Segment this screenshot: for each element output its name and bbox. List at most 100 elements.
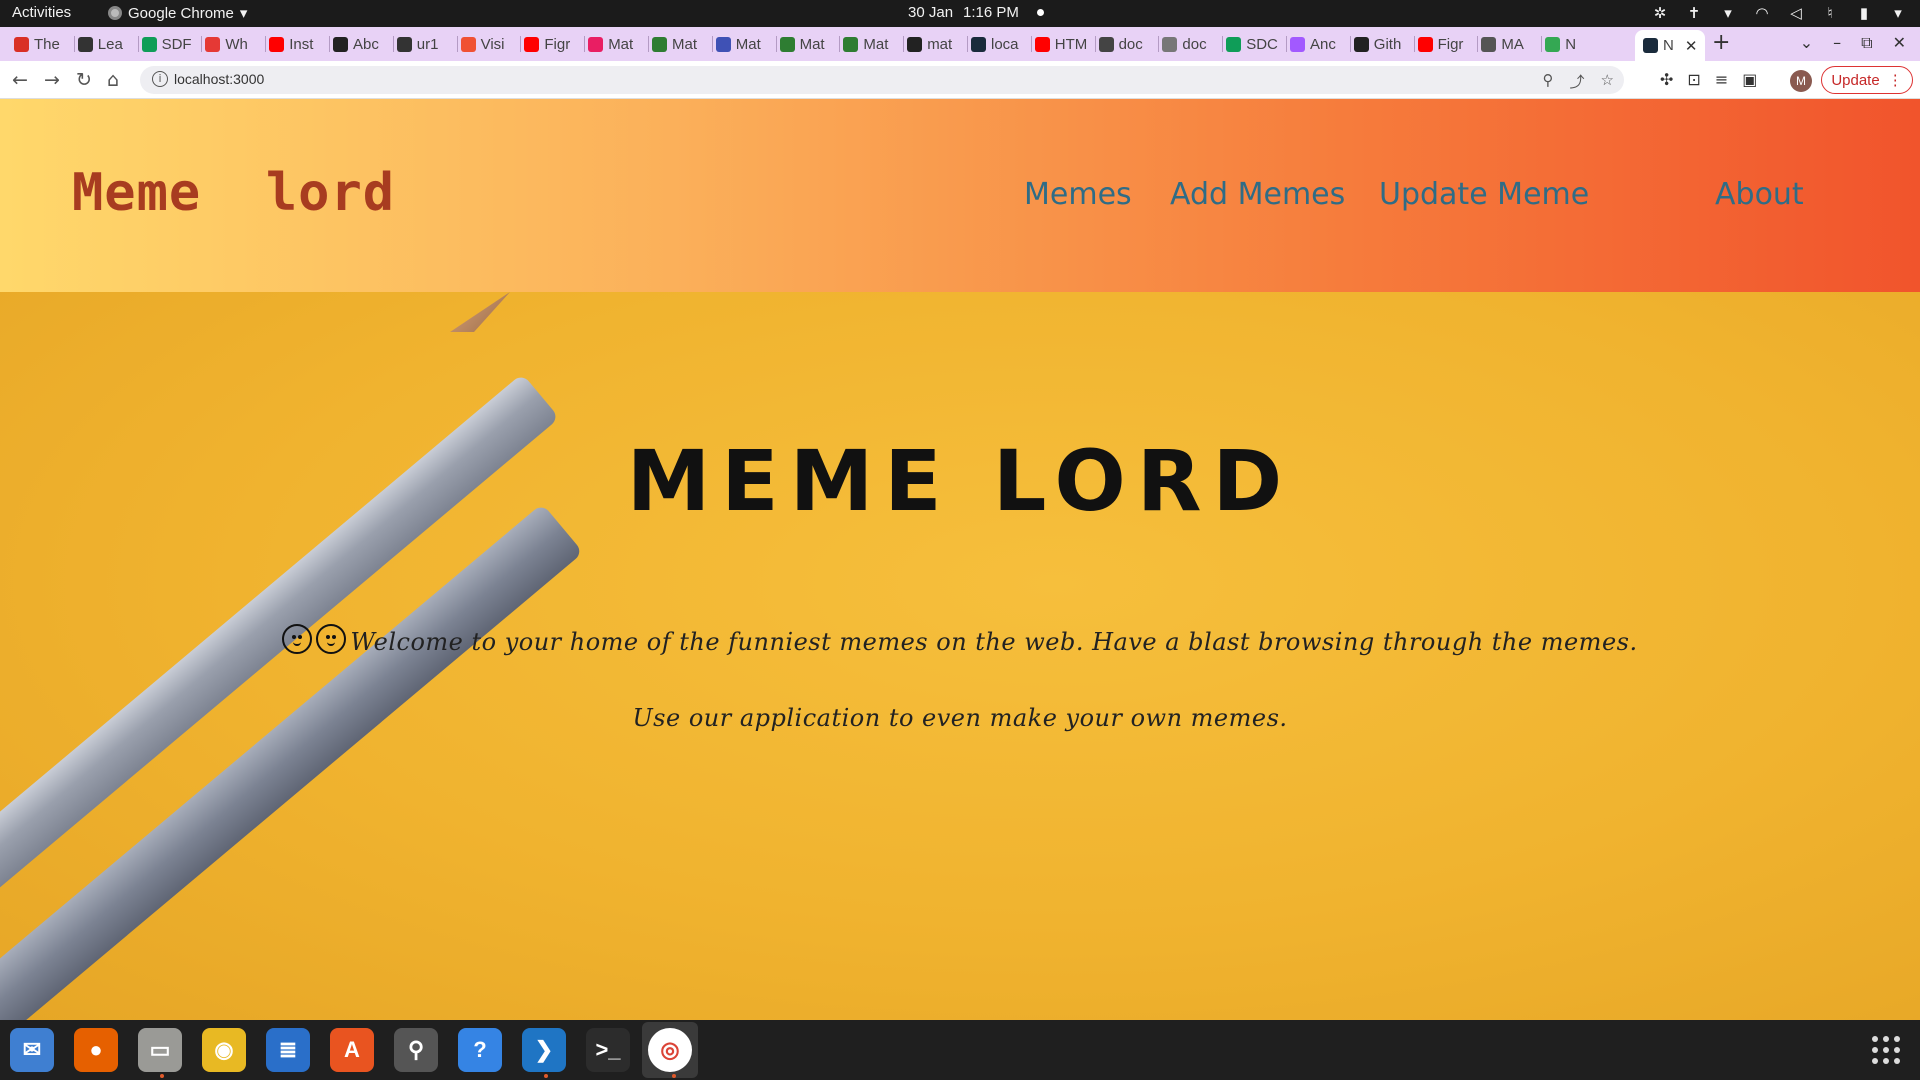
terminal-icon[interactable]: >_ xyxy=(586,1028,630,1072)
files-icon[interactable]: ▭ xyxy=(138,1028,182,1072)
ur-icon xyxy=(396,36,412,52)
nav-link-about[interactable]: About xyxy=(1715,177,1804,212)
close-window-icon[interactable]: ✕ xyxy=(1893,33,1906,53)
tab-title: Mat xyxy=(863,35,889,53)
avatar[interactable]: M xyxy=(1790,70,1812,92)
browser-tab[interactable]: ur1 xyxy=(396,30,451,58)
tab-separator xyxy=(73,36,75,52)
tab-title: Mat xyxy=(672,35,698,53)
minimize-icon[interactable]: – xyxy=(1833,33,1841,53)
tab-title: Abc xyxy=(353,35,379,53)
side-panel-icon[interactable]: ▣ xyxy=(1742,70,1757,89)
blocks-icon xyxy=(588,36,604,52)
address-bar[interactable]: i localhost:3000 ⚲ ⤴ ☆ xyxy=(140,66,1624,94)
git-icon xyxy=(460,36,476,52)
tab-title: doc xyxy=(1182,35,1207,53)
browser-tab[interactable]: SDC xyxy=(1226,30,1280,58)
tab-search-icon[interactable]: ⌄ xyxy=(1800,33,1813,53)
restore-icon[interactable]: ⧉ xyxy=(1861,33,1872,53)
system-tray[interactable]: ✲ ✝ ▾ ◠ ◁ ♮ ▮ ▾ xyxy=(1652,4,1906,22)
x-circle-icon xyxy=(77,36,93,52)
clock[interactable]: 30 Jan 1:16 PM xyxy=(908,4,1044,21)
browser-tab[interactable]: Mat xyxy=(779,30,834,58)
tab-title: Mat xyxy=(799,35,825,53)
writer-icon[interactable]: ≣ xyxy=(266,1028,310,1072)
date: 30 Jan xyxy=(908,4,954,21)
app-menu[interactable]: Google Chrome ▾ xyxy=(108,4,247,22)
browser-tab[interactable]: doc xyxy=(1162,30,1216,58)
browser-tab[interactable]: Mat xyxy=(715,30,770,58)
cast-icon[interactable]: ⊡ xyxy=(1687,70,1700,89)
tab-separator xyxy=(648,36,649,52)
nav-link-update-meme[interactable]: Update Meme xyxy=(1379,177,1589,212)
vscode-icon[interactable]: ❯ xyxy=(522,1028,566,1072)
chevron-down-icon: ▾ xyxy=(1724,5,1732,22)
tab-separator xyxy=(1030,36,1032,52)
browser-tab[interactable]: Inst xyxy=(269,30,323,58)
firefox-icon[interactable]: ● xyxy=(74,1028,118,1072)
browser-tab[interactable]: Wh xyxy=(205,30,259,58)
share-icon[interactable]: ⤴ xyxy=(1570,71,1585,92)
browser-tab[interactable]: Mat xyxy=(588,30,642,58)
browser-tab[interactable]: Figr xyxy=(524,30,578,58)
time: 1:16 PM xyxy=(963,4,1019,21)
browser-tab[interactable]: HTM xyxy=(1034,30,1089,58)
app-center-icon[interactable]: A xyxy=(330,1028,374,1072)
thunderbird-icon[interactable]: ✉ xyxy=(10,1028,54,1072)
browser-tab[interactable]: Gith xyxy=(1353,30,1408,58)
zoom-icon[interactable]: ⚲ xyxy=(1543,71,1554,92)
browser-tab[interactable]: MA xyxy=(1481,30,1535,58)
nav-link-add-memes[interactable]: Add Memes xyxy=(1170,177,1345,212)
chrome-icon[interactable]: ◎ xyxy=(648,1028,692,1072)
browser-tab[interactable]: The xyxy=(14,30,68,58)
browser-tab[interactable]: SDF xyxy=(141,30,196,58)
tab-title: SDC xyxy=(1246,35,1278,53)
browser-tab[interactable]: Figr xyxy=(1417,30,1472,58)
nav-link-memes[interactable]: Memes xyxy=(1024,177,1132,212)
rhythmbox-icon[interactable]: ◉ xyxy=(202,1028,246,1072)
browser-tab[interactable]: Abc xyxy=(333,30,387,58)
usb-creator-icon[interactable]: ⚲ xyxy=(394,1028,438,1072)
browser-tab[interactable]: Anc xyxy=(1290,30,1344,58)
browser-tab[interactable]: Mat xyxy=(843,30,897,58)
browser-tab[interactable]: mat xyxy=(907,30,961,58)
home-icon[interactable]: ⌂ xyxy=(107,69,119,91)
site-brand[interactable]: Meme lord xyxy=(72,163,395,223)
hero-section: MEME LORD Welcome to your home of the fu… xyxy=(0,292,1920,1020)
youtube-icon xyxy=(269,36,285,52)
tab-separator xyxy=(1477,36,1479,52)
more-vert-icon: ⋮ xyxy=(1887,72,1903,89)
browser-tab[interactable]: loca xyxy=(971,30,1025,58)
help-icon[interactable]: ? xyxy=(458,1028,502,1072)
back-arrow-icon[interactable]: ← xyxy=(12,69,28,91)
activities-button[interactable]: Activities xyxy=(12,4,71,21)
globe-icon xyxy=(1481,36,1497,52)
browser-tab[interactable]: Mat xyxy=(652,30,706,58)
show-apps-icon[interactable] xyxy=(1872,1036,1900,1064)
tab-title: Inst xyxy=(289,35,314,53)
browser-tab[interactable]: Visi xyxy=(460,30,515,58)
youtube-icon xyxy=(524,36,540,52)
chrome-icon xyxy=(108,6,122,20)
tab-separator xyxy=(1286,36,1287,52)
update-button[interactable]: Update ⋮ xyxy=(1821,66,1913,94)
tab-title: Lea xyxy=(97,35,123,53)
browser-tab[interactable]: doc xyxy=(1098,30,1153,58)
forward-arrow-icon[interactable]: → xyxy=(44,69,60,91)
new-tab-button[interactable]: + xyxy=(1712,30,1730,55)
update-label: Update xyxy=(1831,71,1880,89)
browser-tab[interactable]: N ✕ xyxy=(1635,30,1706,61)
close-tab-icon[interactable]: ✕ xyxy=(1685,37,1698,55)
extensions-icon[interactable]: ✣ xyxy=(1660,70,1673,89)
bookmark-star-icon[interactable]: ☆ xyxy=(1601,71,1614,92)
gmail-icon xyxy=(14,36,29,52)
site-info-icon[interactable]: i xyxy=(152,71,168,87)
reading-list-icon[interactable]: ≡ xyxy=(1715,70,1728,89)
github-icon xyxy=(1353,36,1369,52)
tab-title: Figr xyxy=(544,35,571,53)
browser-tab[interactable]: Lea xyxy=(77,30,132,58)
youtube-icon xyxy=(1034,36,1050,52)
browser-tab[interactable]: N xyxy=(1545,30,1599,58)
reload-icon[interactable]: ↻ xyxy=(76,69,92,91)
tab-separator xyxy=(456,36,458,52)
